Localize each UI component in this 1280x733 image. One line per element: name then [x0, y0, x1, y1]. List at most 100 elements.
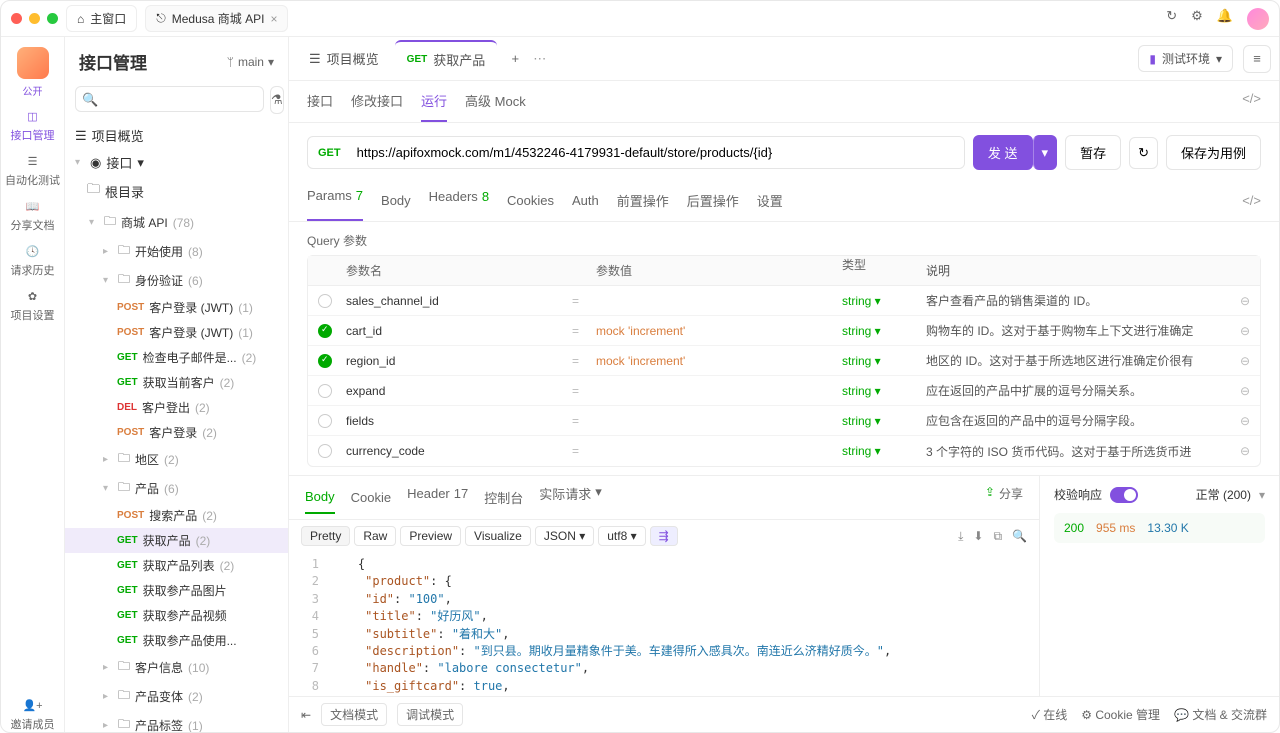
tree-item[interactable]: ▸🗀客户信息(10) — [65, 653, 288, 682]
send-dropdown[interactable]: ▾ — [1033, 135, 1058, 170]
cookie-mgmt[interactable]: ⚙ Cookie 管理 — [1081, 706, 1160, 723]
view-visualize[interactable]: Visualize — [465, 526, 531, 546]
tree-item[interactable]: GET检查电子邮件是...(2) — [65, 345, 288, 370]
tree-item[interactable]: ▾🗀商城 API(78) — [65, 208, 288, 237]
resptab-cookie[interactable]: Cookie — [351, 490, 391, 513]
save-case-button[interactable]: 保存为用例 — [1166, 135, 1261, 170]
tree-item[interactable]: GET获取当前客户(2) — [65, 370, 288, 395]
avatar[interactable] — [1247, 8, 1269, 30]
paramtab-headers[interactable]: Headers8 — [429, 189, 489, 220]
nav-share-doc[interactable]: 📖分享文档 — [11, 200, 55, 233]
param-row[interactable]: cart_id= mock 'increment'string ▾ 购物车的 I… — [308, 316, 1260, 346]
nav-auto-test[interactable]: ☰自动化测试 — [5, 155, 60, 188]
tree-item[interactable]: DEL客户登出(2) — [65, 395, 288, 420]
paramtab-params[interactable]: Params7 — [307, 188, 363, 221]
debug-mode-button[interactable]: 调试模式 — [397, 703, 463, 726]
tree-interface-root[interactable]: ▾◉接口▾ — [65, 149, 288, 176]
tree-item[interactable]: POST搜索产品(2) — [65, 503, 288, 528]
tree-overview[interactable]: ☰项目概览 — [65, 122, 288, 149]
nav-api-mgmt[interactable]: ◫接口管理 — [11, 110, 55, 143]
collapse-icon[interactable]: ⇤ — [301, 708, 311, 722]
search-input[interactable] — [75, 86, 264, 112]
nav-settings[interactable]: ✿项目设置 — [11, 290, 55, 323]
share-button[interactable]: ⇪ 分享 — [985, 485, 1023, 518]
refresh-icon[interactable]: ↻ — [1166, 8, 1177, 30]
save-draft-button[interactable]: 暂存 — [1065, 135, 1121, 170]
subtab-mock[interactable]: 高级 Mock — [465, 91, 526, 122]
view-preview[interactable]: Preview — [400, 526, 461, 546]
tree-item[interactable]: ▸🗀产品标签(1) — [65, 711, 288, 732]
format-json[interactable]: JSON ▾ — [535, 526, 594, 546]
tree-item[interactable]: GET获取产品(2) — [65, 528, 288, 553]
view-pretty[interactable]: Pretty — [301, 526, 350, 546]
code-icon[interactable]: </> — [1242, 91, 1261, 122]
project-tab[interactable]: ⎋ Medusa 商城 API × — [145, 5, 288, 32]
paramtab-cookies[interactable]: Cookies — [507, 193, 554, 216]
env-selector[interactable]: ▮测试环境 ▾ — [1138, 45, 1233, 72]
tab-overview[interactable]: ☰项目概览 — [297, 41, 391, 76]
tree-root-dir[interactable]: 🗀根目录 — [65, 176, 288, 206]
nav-invite[interactable]: 👤+邀请成员 — [11, 699, 55, 732]
tree-item[interactable]: ▸🗀地区(2) — [65, 445, 288, 474]
icon-sidebar: 公开 ◫接口管理 ☰自动化测试 📖分享文档 🕓请求历史 ✿项目设置 👤+邀请成员 — [1, 37, 65, 732]
reset-button[interactable]: ↻ — [1129, 137, 1158, 169]
home-tab[interactable]: ⌂ 主窗口 — [66, 5, 137, 32]
send-button[interactable]: 发 送 — [973, 135, 1033, 170]
validate-toggle[interactable] — [1110, 487, 1138, 503]
branch-selector[interactable]: ᛘ main ▾ — [227, 55, 274, 69]
add-tab-button[interactable]: + — [501, 45, 529, 73]
resptab-console[interactable]: 控制台 — [484, 488, 523, 515]
nav-history[interactable]: 🕓请求历史 — [11, 245, 55, 278]
url-input[interactable] — [351, 137, 964, 168]
layout-button[interactable]: ≡ — [1243, 45, 1271, 73]
method-label[interactable]: GET — [308, 147, 351, 159]
paramtab-post[interactable]: 后置操作 — [687, 191, 739, 218]
encoding-utf8[interactable]: utf8 ▾ — [598, 526, 645, 546]
paramtab-pre[interactable]: 前置操作 — [617, 191, 669, 218]
resptab-body[interactable]: Body — [305, 489, 335, 514]
tree-item[interactable]: POST客户登录 (JWT)(1) — [65, 295, 288, 320]
logo[interactable]: 公开 — [17, 47, 49, 98]
window-controls[interactable] — [11, 13, 58, 24]
tree-item[interactable]: GET获取参产品使用... — [65, 628, 288, 653]
tree-item[interactable]: POST客户登录 (JWT)(1) — [65, 320, 288, 345]
search-response-icon[interactable]: 🔍 — [1012, 529, 1027, 544]
tree-item[interactable]: ▾🗀身份验证(6) — [65, 266, 288, 295]
tree-item[interactable]: ▸🗀产品变体(2) — [65, 682, 288, 711]
subtab-edit[interactable]: 修改接口 — [351, 91, 403, 122]
tree-item[interactable]: GET获取产品列表(2) — [65, 553, 288, 578]
paramtab-auth[interactable]: Auth — [572, 193, 599, 216]
view-raw[interactable]: Raw — [354, 526, 396, 546]
copy-icon[interactable]: ⧉ — [993, 529, 1002, 544]
tab-current[interactable]: GET获取产品 — [395, 40, 498, 77]
resptab-actual[interactable]: 实际请求 ▾ — [539, 484, 602, 519]
filter-button[interactable]: ⚗ — [270, 86, 284, 114]
param-row[interactable]: sales_channel_id= string ▾ 客户查看产品的销售渠道的 … — [308, 286, 1260, 316]
resptab-header[interactable]: Header17 — [407, 486, 468, 517]
download-icon[interactable]: ⬇ — [973, 529, 983, 544]
more-tabs[interactable]: ⋯ — [533, 51, 546, 67]
settings-icon[interactable]: ⚙ — [1191, 8, 1203, 30]
tree-item[interactable]: GET获取参产品视频 — [65, 603, 288, 628]
bell-icon[interactable]: 🔔 — [1217, 8, 1233, 30]
subtab-run[interactable]: 运行 — [421, 91, 447, 122]
tree-item[interactable]: POST客户登录(2) — [65, 420, 288, 445]
tree-item[interactable]: ▾🗀产品(6) — [65, 474, 288, 503]
wrap-toggle[interactable]: ⇶ — [650, 526, 678, 546]
tree-item[interactable]: GET获取参产品图片 — [65, 578, 288, 603]
docs-link[interactable]: 💬 文档 & 交流群 — [1174, 706, 1267, 723]
doc-mode-button[interactable]: 文档模式 — [321, 703, 387, 726]
param-row[interactable]: expand= string ▾ 应在返回的产品中扩展的逗号分隔关系。⊖ — [308, 376, 1260, 406]
tree-item[interactable]: ▸🗀开始使用(8) — [65, 237, 288, 266]
code-icon-2[interactable]: </> — [1242, 193, 1261, 216]
paramtab-settings[interactable]: 设置 — [757, 191, 783, 218]
subtab-interface[interactable]: 接口 — [307, 91, 333, 122]
param-row[interactable]: fields= string ▾ 应包含在返回的产品中的逗号分隔字段。⊖ — [308, 406, 1260, 436]
validate-label: 校验响应 — [1054, 486, 1102, 503]
param-row[interactable]: currency_code= string ▾ 3 个字符的 ISO 货币代码。… — [308, 436, 1260, 466]
upload-icon[interactable]: ⤓ — [958, 529, 963, 544]
param-row[interactable]: region_id= mock 'increment'string ▾ 地区的 … — [308, 346, 1260, 376]
response-body[interactable]: 1 {2 "product": {3 "id": "100",4 "title"… — [289, 552, 1039, 696]
paramtab-body[interactable]: Body — [381, 193, 411, 216]
close-icon[interactable]: × — [270, 12, 277, 26]
